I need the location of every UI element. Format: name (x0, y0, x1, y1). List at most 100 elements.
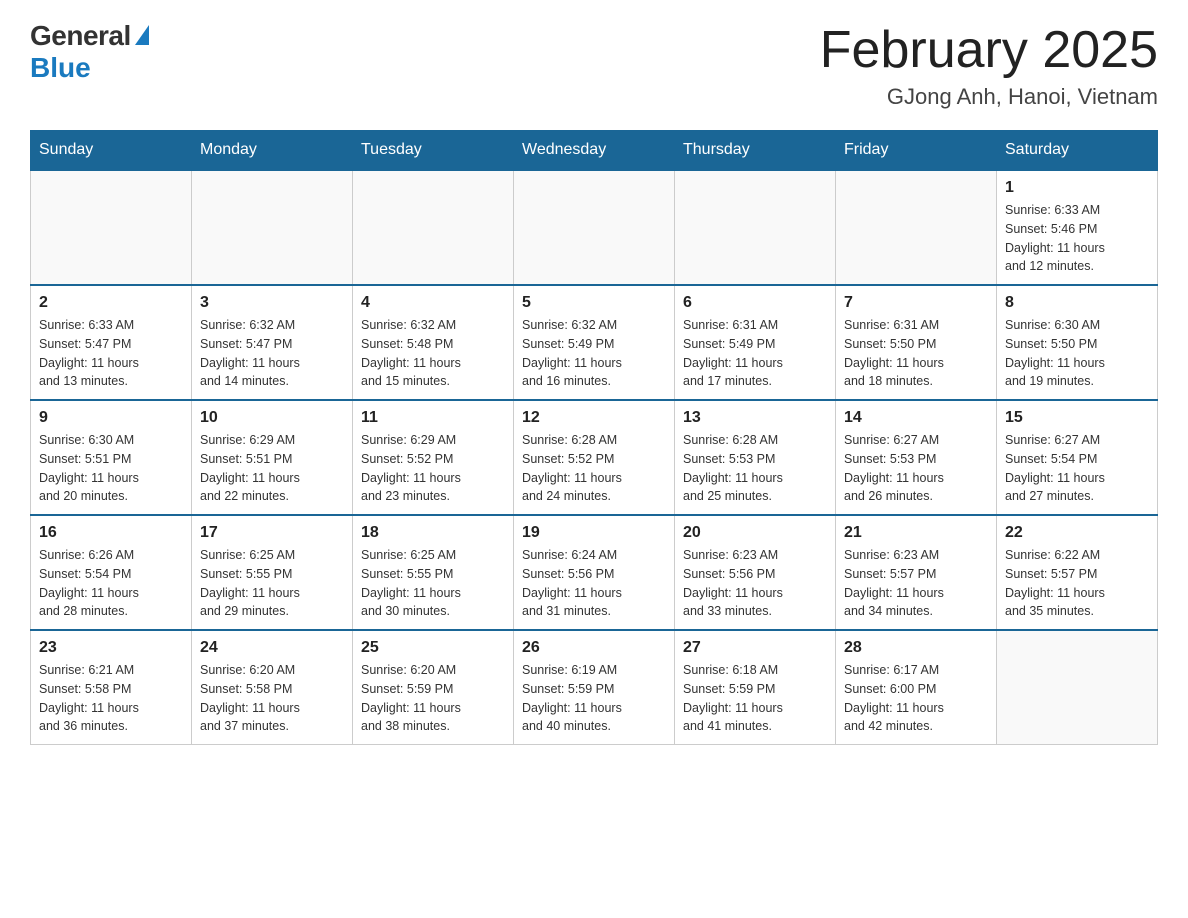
day-number: 13 (683, 409, 827, 427)
day-number: 19 (522, 524, 666, 542)
day-number: 6 (683, 294, 827, 312)
day-info: Sunrise: 6:31 AM Sunset: 5:49 PM Dayligh… (683, 316, 827, 391)
day-info: Sunrise: 6:30 AM Sunset: 5:51 PM Dayligh… (39, 431, 183, 506)
calendar-day: 28 Sunrise: 6:17 AM Sunset: 6:00 PM Dayli… (836, 630, 997, 745)
day-info: Sunrise: 6:30 AM Sunset: 5:50 PM Dayligh… (1005, 316, 1149, 391)
calendar-day: 10 Sunrise: 6:29 AM Sunset: 5:51 PM Dayli… (192, 400, 353, 515)
day-info: Sunrise: 6:19 AM Sunset: 5:59 PM Dayligh… (522, 661, 666, 736)
logo-general-text: General (30, 20, 149, 52)
day-number: 20 (683, 524, 827, 542)
calendar-header-row: SundayMondayTuesdayWednesdayThursdayFrid… (31, 131, 1158, 171)
calendar-day: 20Sunrise: 6:23 AM Sunset: 5:56 PM Dayli… (675, 515, 836, 630)
day-info: Sunrise: 6:23 AM Sunset: 5:57 PM Dayligh… (844, 546, 988, 621)
calendar-table: SundayMondayTuesdayWednesdayThursdayFrid… (30, 130, 1158, 745)
day-number: 27 (683, 639, 827, 657)
day-number: 18 (361, 524, 505, 542)
day-number: 2 (39, 294, 183, 312)
calendar-day: 2 Sunrise: 6:33 AM Sunset: 5:47 PM Daylig… (31, 285, 192, 400)
calendar-week-row: 1 Sunrise: 6:33 AM Sunset: 5:46 PM Daylig… (31, 170, 1158, 285)
calendar-day: 14 Sunrise: 6:27 AM Sunset: 5:53 PM Dayli… (836, 400, 997, 515)
calendar-week-row: 9 Sunrise: 6:30 AM Sunset: 5:51 PM Daylig… (31, 400, 1158, 515)
calendar-day: 1 Sunrise: 6:33 AM Sunset: 5:46 PM Daylig… (997, 170, 1158, 285)
day-info: Sunrise: 6:29 AM Sunset: 5:51 PM Dayligh… (200, 431, 344, 506)
day-header-saturday: Saturday (997, 131, 1158, 171)
calendar-day (353, 170, 514, 285)
calendar-day: 22Sunrise: 6:22 AM Sunset: 5:57 PM Dayli… (997, 515, 1158, 630)
day-info: Sunrise: 6:20 AM Sunset: 5:59 PM Dayligh… (361, 661, 505, 736)
day-number: 1 (1005, 179, 1149, 197)
day-number: 8 (1005, 294, 1149, 312)
calendar-day: 5Sunrise: 6:32 AM Sunset: 5:49 PM Daylig… (514, 285, 675, 400)
day-number: 23 (39, 639, 183, 657)
calendar-day (675, 170, 836, 285)
calendar-subtitle: GJong Anh, Hanoi, Vietnam (820, 84, 1158, 110)
day-info: Sunrise: 6:33 AM Sunset: 5:46 PM Dayligh… (1005, 201, 1149, 276)
day-header-friday: Friday (836, 131, 997, 171)
calendar-day: 12Sunrise: 6:28 AM Sunset: 5:52 PM Dayli… (514, 400, 675, 515)
day-number: 7 (844, 294, 988, 312)
title-block: February 2025 GJong Anh, Hanoi, Vietnam (820, 20, 1158, 110)
day-number: 14 (844, 409, 988, 427)
calendar-day: 3 Sunrise: 6:32 AM Sunset: 5:47 PM Daylig… (192, 285, 353, 400)
day-number: 25 (361, 639, 505, 657)
calendar-day: 19 Sunrise: 6:24 AM Sunset: 5:56 PM Dayli… (514, 515, 675, 630)
day-header-monday: Monday (192, 131, 353, 171)
calendar-day: 17 Sunrise: 6:25 AM Sunset: 5:55 PM Dayli… (192, 515, 353, 630)
day-info: Sunrise: 6:25 AM Sunset: 5:55 PM Dayligh… (361, 546, 505, 621)
day-header-sunday: Sunday (31, 131, 192, 171)
calendar-title: February 2025 (820, 20, 1158, 80)
calendar-day: 27 Sunrise: 6:18 AM Sunset: 5:59 PM Dayli… (675, 630, 836, 745)
calendar-day (997, 630, 1158, 745)
day-info: Sunrise: 6:21 AM Sunset: 5:58 PM Dayligh… (39, 661, 183, 736)
calendar-day (836, 170, 997, 285)
logo-blue-text: Blue (30, 52, 91, 84)
day-info: Sunrise: 6:32 AM Sunset: 5:48 PM Dayligh… (361, 316, 505, 391)
day-number: 9 (39, 409, 183, 427)
day-number: 3 (200, 294, 344, 312)
day-number: 28 (844, 639, 988, 657)
day-info: Sunrise: 6:25 AM Sunset: 5:55 PM Dayligh… (200, 546, 344, 621)
day-info: Sunrise: 6:17 AM Sunset: 6:00 PM Dayligh… (844, 661, 988, 736)
day-header-wednesday: Wednesday (514, 131, 675, 171)
calendar-day: 9 Sunrise: 6:30 AM Sunset: 5:51 PM Daylig… (31, 400, 192, 515)
day-info: Sunrise: 6:27 AM Sunset: 5:53 PM Dayligh… (844, 431, 988, 506)
day-number: 5 (522, 294, 666, 312)
calendar-day: 4Sunrise: 6:32 AM Sunset: 5:48 PM Daylig… (353, 285, 514, 400)
day-header-thursday: Thursday (675, 131, 836, 171)
calendar-day (514, 170, 675, 285)
calendar-day: 24 Sunrise: 6:20 AM Sunset: 5:58 PM Dayli… (192, 630, 353, 745)
calendar-day: 8 Sunrise: 6:30 AM Sunset: 5:50 PM Daylig… (997, 285, 1158, 400)
calendar-day (192, 170, 353, 285)
logo-triangle-icon (135, 25, 149, 45)
day-info: Sunrise: 6:28 AM Sunset: 5:53 PM Dayligh… (683, 431, 827, 506)
calendar-day: 26 Sunrise: 6:19 AM Sunset: 5:59 PM Dayli… (514, 630, 675, 745)
calendar-week-row: 2 Sunrise: 6:33 AM Sunset: 5:47 PM Daylig… (31, 285, 1158, 400)
day-info: Sunrise: 6:20 AM Sunset: 5:58 PM Dayligh… (200, 661, 344, 736)
day-number: 21 (844, 524, 988, 542)
calendar-day: 25 Sunrise: 6:20 AM Sunset: 5:59 PM Dayli… (353, 630, 514, 745)
day-number: 26 (522, 639, 666, 657)
day-info: Sunrise: 6:31 AM Sunset: 5:50 PM Dayligh… (844, 316, 988, 391)
calendar-day: 21 Sunrise: 6:23 AM Sunset: 5:57 PM Dayli… (836, 515, 997, 630)
logo: General Blue (30, 20, 149, 84)
day-info: Sunrise: 6:22 AM Sunset: 5:57 PM Dayligh… (1005, 546, 1149, 621)
day-info: Sunrise: 6:18 AM Sunset: 5:59 PM Dayligh… (683, 661, 827, 736)
day-info: Sunrise: 6:28 AM Sunset: 5:52 PM Dayligh… (522, 431, 666, 506)
day-number: 16 (39, 524, 183, 542)
day-number: 24 (200, 639, 344, 657)
day-info: Sunrise: 6:26 AM Sunset: 5:54 PM Dayligh… (39, 546, 183, 621)
logo-general-word: General (30, 20, 131, 52)
day-info: Sunrise: 6:33 AM Sunset: 5:47 PM Dayligh… (39, 316, 183, 391)
calendar-day: 15Sunrise: 6:27 AM Sunset: 5:54 PM Dayli… (997, 400, 1158, 515)
day-number: 15 (1005, 409, 1149, 427)
day-number: 17 (200, 524, 344, 542)
calendar-day: 16 Sunrise: 6:26 AM Sunset: 5:54 PM Dayli… (31, 515, 192, 630)
day-number: 10 (200, 409, 344, 427)
calendar-day: 6 Sunrise: 6:31 AM Sunset: 5:49 PM Daylig… (675, 285, 836, 400)
day-header-tuesday: Tuesday (353, 131, 514, 171)
calendar-day (31, 170, 192, 285)
calendar-day: 7 Sunrise: 6:31 AM Sunset: 5:50 PM Daylig… (836, 285, 997, 400)
calendar-day: 13 Sunrise: 6:28 AM Sunset: 5:53 PM Dayli… (675, 400, 836, 515)
day-info: Sunrise: 6:24 AM Sunset: 5:56 PM Dayligh… (522, 546, 666, 621)
day-info: Sunrise: 6:32 AM Sunset: 5:47 PM Dayligh… (200, 316, 344, 391)
